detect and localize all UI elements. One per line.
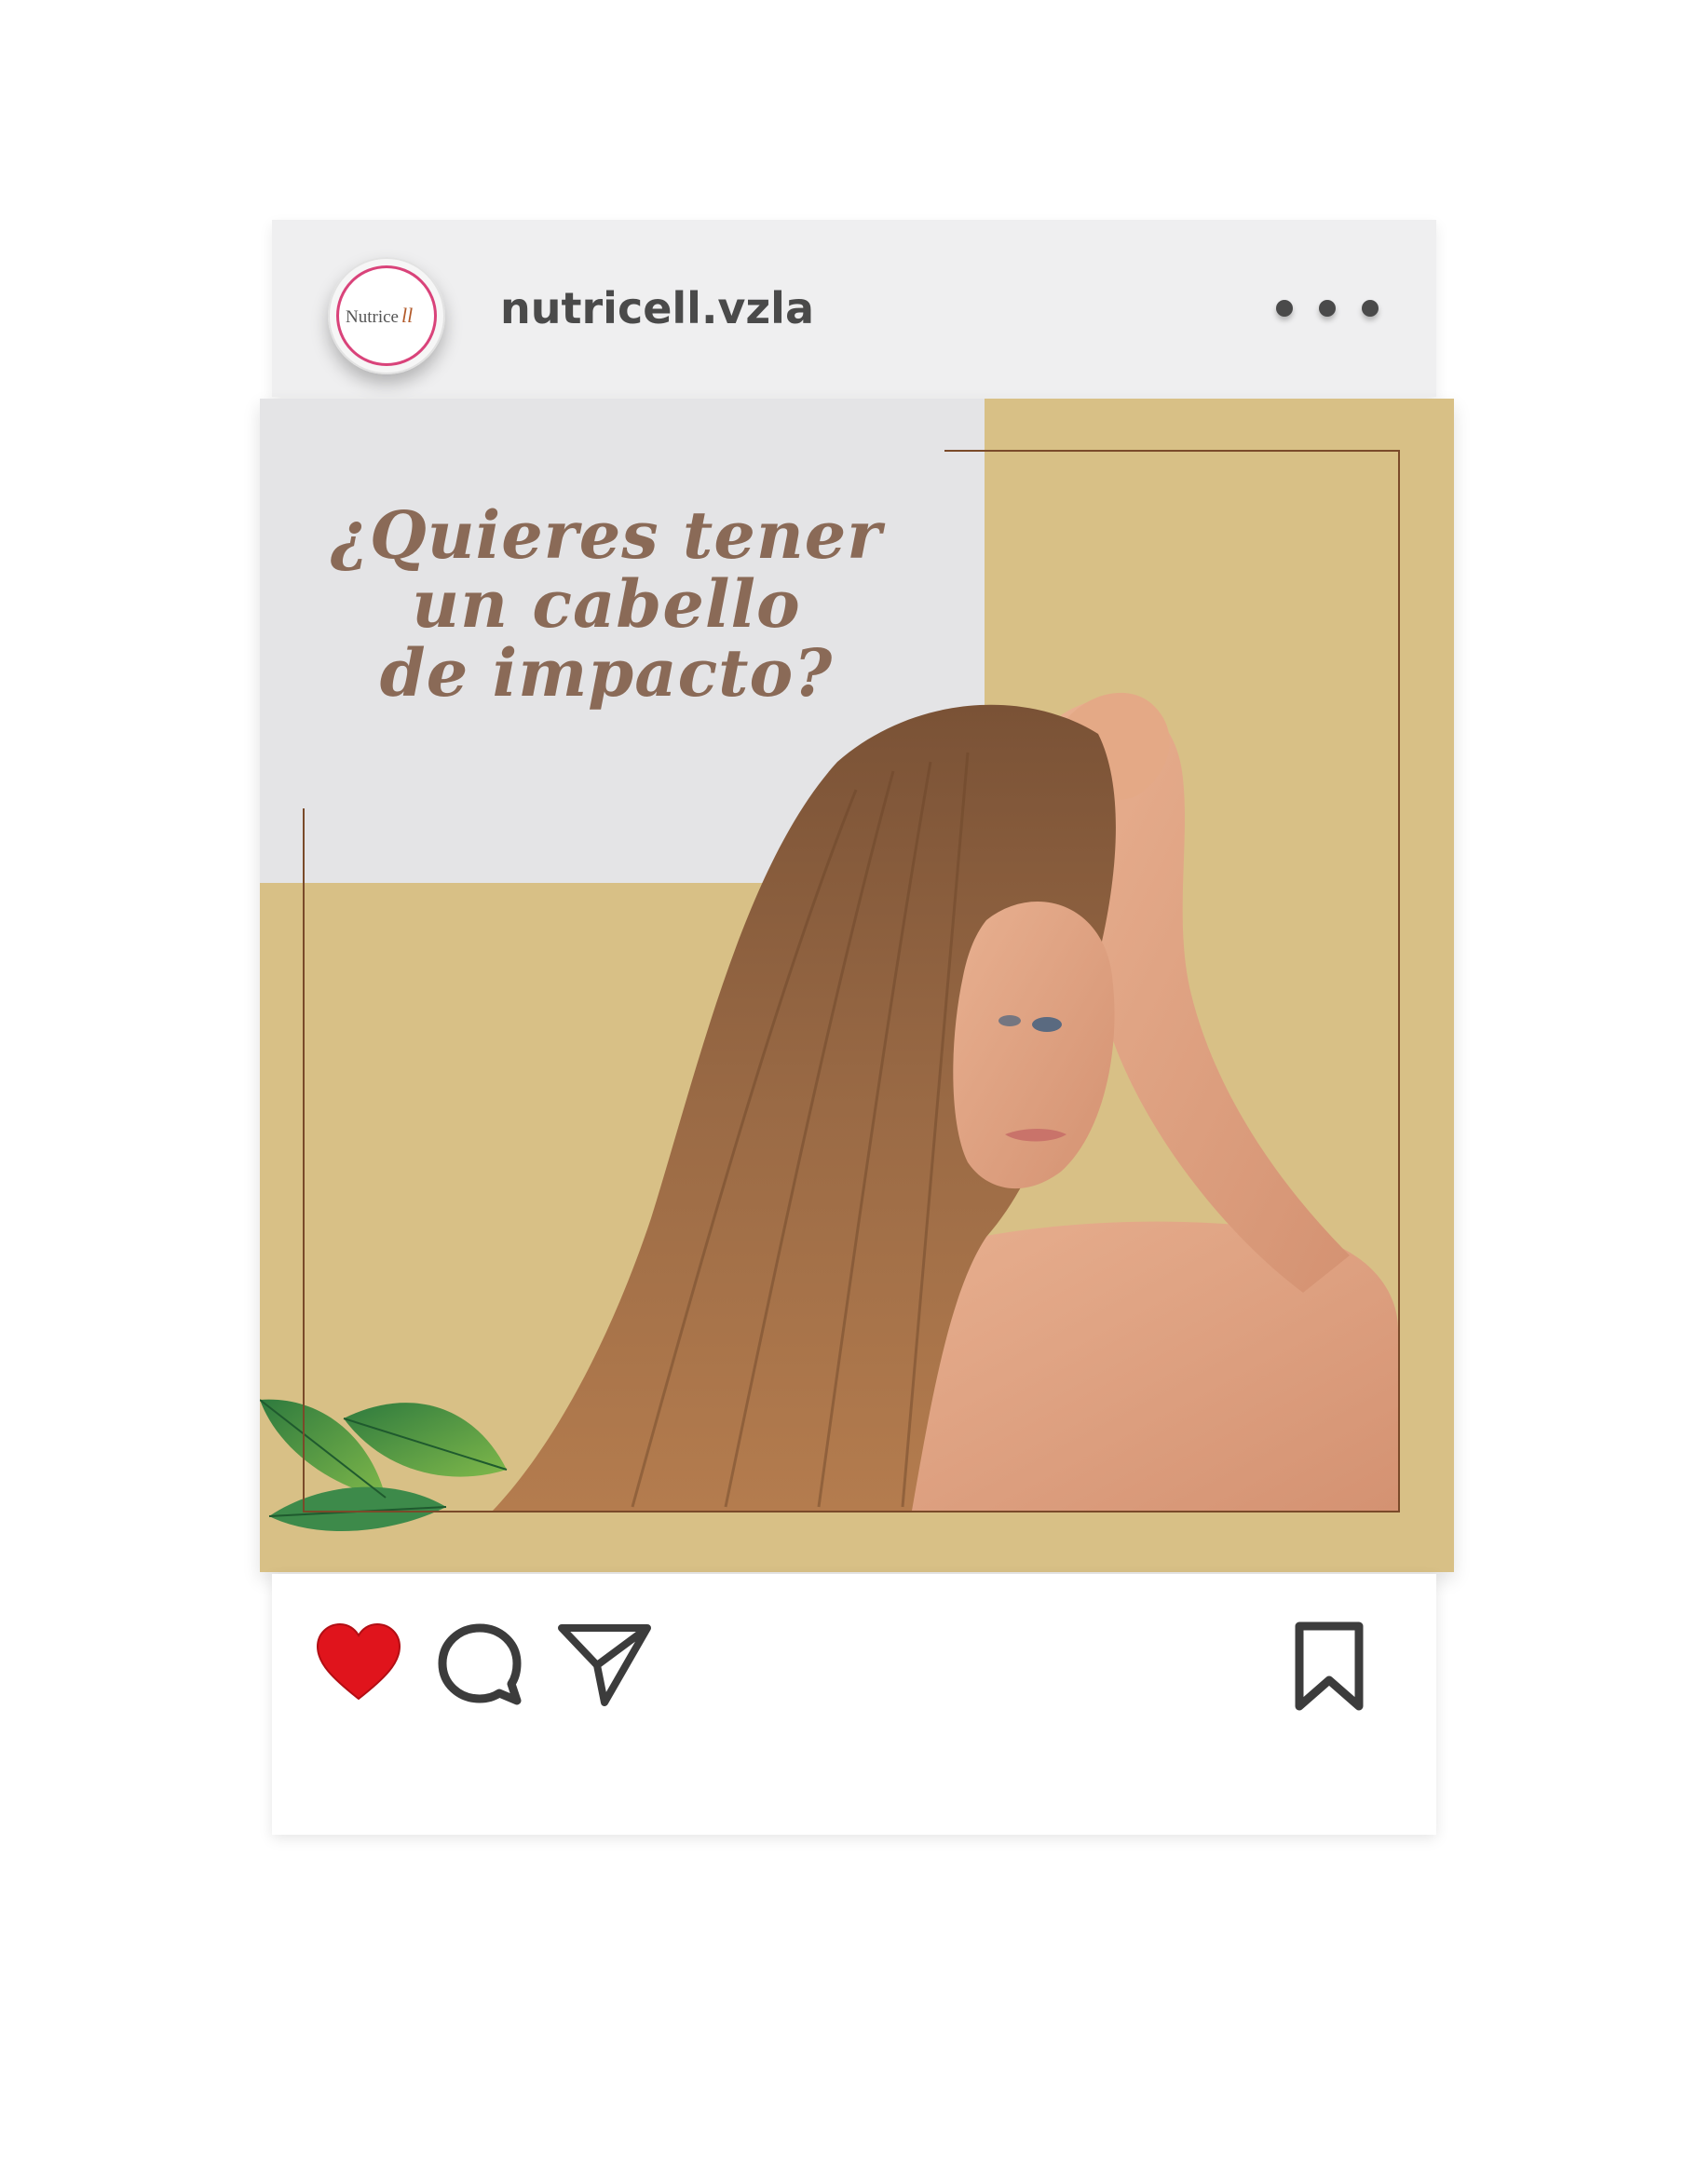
headline-line: ¿Quieres tener [330, 496, 883, 574]
frame-line-left [303, 808, 305, 1512]
bookmark-icon[interactable] [1292, 1621, 1366, 1712]
more-dot-icon [1319, 300, 1336, 317]
post-headline: ¿Quieres tener un cabello de impacto? [290, 501, 923, 708]
instagram-post-mockup: Nutrice ll nutricell.vzla ¿Quieres tener… [0, 0, 1698, 2184]
comment-icon[interactable] [435, 1621, 524, 1710]
svg-text:Nutrice: Nutrice [346, 307, 399, 327]
post-actions-bar [272, 1574, 1436, 1835]
headline-line: un cabello [412, 565, 801, 643]
more-dot-icon [1362, 300, 1379, 317]
heart-icon[interactable] [314, 1621, 403, 1704]
headline-line: de impacto? [379, 634, 834, 712]
frame-line-bottom [303, 1511, 1400, 1513]
post-header: Nutrice ll nutricell.vzla [272, 220, 1436, 397]
avatar-ring: Nutrice ll [336, 265, 437, 366]
svg-text:ll: ll [401, 304, 413, 327]
username[interactable]: nutricell.vzla [500, 283, 814, 333]
post-image[interactable]: ¿Quieres tener un cabello de impacto? [260, 399, 1454, 1572]
more-dot-icon [1276, 300, 1293, 317]
avatar[interactable]: Nutrice ll [328, 257, 445, 374]
send-icon[interactable] [556, 1619, 653, 1710]
nutricell-logo: Nutrice ll [346, 304, 413, 327]
frame-line-top [944, 450, 1399, 452]
more-options-button[interactable] [1276, 294, 1379, 322]
frame-line-right [1398, 450, 1400, 1512]
